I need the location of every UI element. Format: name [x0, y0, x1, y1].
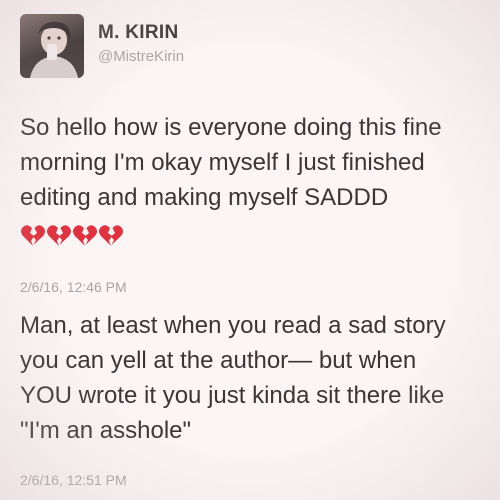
emoji-row	[20, 224, 124, 248]
tweet-timestamp[interactable]: 2/6/16, 12:51 PM	[20, 472, 127, 488]
broken-heart-icon	[73, 225, 97, 246]
tweet-text: Man, at least when you read a sad story …	[20, 312, 446, 444]
avatar[interactable]	[20, 14, 84, 78]
broken-heart-icon	[21, 225, 45, 246]
broken-heart-icon	[99, 225, 123, 246]
author-handle[interactable]: @MistreKirin	[98, 48, 184, 65]
broken-heart-icon	[47, 225, 71, 246]
tweet-timestamp[interactable]: 2/6/16, 12:46 PM	[20, 279, 127, 295]
author-name[interactable]: M. KIRIN	[98, 22, 179, 44]
user-photo-avatar-icon	[30, 21, 78, 78]
tweet-text: So hello how is everyone doing this fine…	[20, 114, 442, 211]
